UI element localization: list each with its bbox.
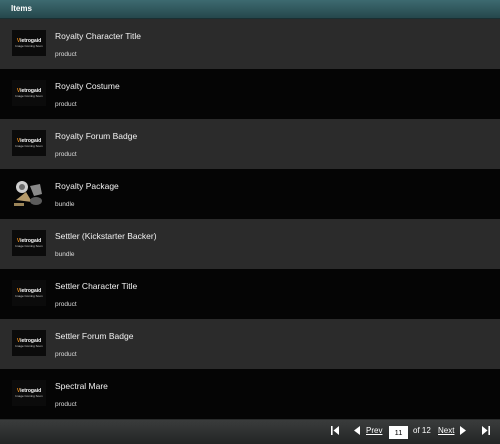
item-row[interactable]: Vietrogaid Image Coming Soon Royalty Chara…: [0, 19, 500, 69]
item-type: product: [55, 51, 77, 58]
first-page-icon[interactable]: [331, 426, 339, 437]
prev-page-icon[interactable]: [354, 426, 360, 437]
image-coming-soon-label: Image Coming Soon: [15, 344, 43, 348]
page-count-label: of 12: [413, 426, 431, 435]
items-panel: Items Vietrogaid Image Coming Soon Royalty…: [0, 0, 500, 420]
image-coming-soon-label: Image Coming Soon: [15, 294, 43, 298]
image-coming-soon-thumbnail: Vietrogaid Image Coming Soon: [12, 280, 46, 306]
item-row[interactable]: Vietrogaid Image Coming Soon Settler Forum…: [0, 319, 500, 369]
item-type: product: [55, 351, 77, 358]
item-name[interactable]: Settler (Kickstarter Backer): [55, 231, 157, 241]
item-name[interactable]: Royalty Costume: [55, 81, 120, 91]
item-name[interactable]: Royalty Forum Badge: [55, 131, 137, 141]
image-coming-soon-thumbnail: Vietrogaid Image Coming Soon: [12, 130, 46, 156]
item-name[interactable]: Settler Character Title: [55, 281, 137, 291]
image-coming-soon-label: Image Coming Soon: [15, 144, 43, 148]
item-type: bundle: [55, 251, 75, 258]
item-type: product: [55, 101, 77, 108]
item-type: product: [55, 301, 77, 308]
item-type: product: [55, 151, 77, 158]
prev-page-link[interactable]: Prev: [366, 426, 382, 435]
panel-title: Items: [11, 4, 32, 13]
item-name[interactable]: Royalty Package: [55, 181, 119, 191]
panel-header: Items: [0, 0, 500, 19]
image-coming-soon-label: Image Coming Soon: [15, 394, 43, 398]
image-coming-soon-thumbnail: Vietrogaid Image Coming Soon: [12, 330, 46, 356]
item-row[interactable]: Vietrogaid Image Coming Soon Spectral Mare…: [0, 369, 500, 419]
pagination-bar: Prev of 12 Next: [0, 420, 500, 444]
next-page-icon[interactable]: [460, 426, 466, 437]
item-row[interactable]: Vietrogaid Image Coming Soon Royalty Costu…: [0, 69, 500, 119]
image-coming-soon-thumbnail: Vietrogaid Image Coming Soon: [12, 80, 46, 106]
item-type: bundle: [55, 201, 75, 208]
image-coming-soon-thumbnail: Vietrogaid Image Coming Soon: [12, 230, 46, 256]
item-row[interactable]: Vietrogaid Image Coming Soon Settler (Kick…: [0, 219, 500, 269]
image-coming-soon-label: Image Coming Soon: [15, 44, 43, 48]
item-list: Vietrogaid Image Coming Soon Royalty Chara…: [0, 19, 500, 419]
item-name[interactable]: Settler Forum Badge: [55, 331, 133, 341]
next-page-link[interactable]: Next: [438, 426, 454, 435]
item-row[interactable]: Vietrogaid Image Coming Soon Royalty Forum…: [0, 119, 500, 169]
item-row[interactable]: Vietrogaid Image Coming Soon Settler Chara…: [0, 269, 500, 319]
item-name[interactable]: Royalty Character Title: [55, 31, 141, 41]
item-row[interactable]: Royalty Package bundle: [0, 169, 500, 219]
last-page-icon[interactable]: [482, 426, 490, 437]
image-coming-soon-thumbnail: Vietrogaid Image Coming Soon: [12, 30, 46, 56]
image-coming-soon-label: Image Coming Soon: [15, 244, 43, 248]
package-thumbnail: [12, 178, 46, 208]
item-name[interactable]: Spectral Mare: [55, 381, 108, 391]
page-number-input[interactable]: [389, 426, 408, 439]
image-coming-soon-label: Image Coming Soon: [15, 94, 43, 98]
item-type: product: [55, 401, 77, 408]
image-coming-soon-thumbnail: Vietrogaid Image Coming Soon: [12, 380, 46, 406]
